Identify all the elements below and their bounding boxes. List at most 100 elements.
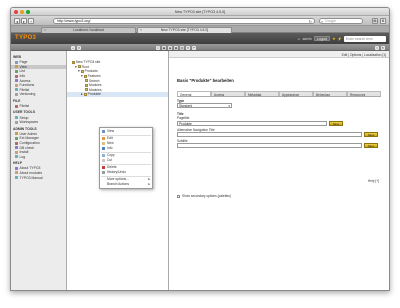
reload-icon[interactable]: ↻ <box>309 19 312 24</box>
subtitle-input[interactable] <box>177 142 362 148</box>
add-bookmark-icon[interactable]: + <box>28 18 34 24</box>
module-item[interactable]: Filelist <box>11 104 66 109</box>
tab-resources[interactable]: Resources <box>347 91 381 97</box>
module-icon <box>15 92 18 96</box>
module-label: Setup <box>19 115 29 120</box>
tab-general[interactable]: General <box>177 91 211 97</box>
module-label: User Admin <box>19 131 38 136</box>
module-icon <box>15 166 18 170</box>
page-form: Type Standard ▾ Title Pagetitle Produkte … <box>177 99 381 148</box>
expand-icon[interactable]: ▸ <box>81 92 83 96</box>
tab-label: New TYPO3 site [TYPO3 4.5.0] <box>160 28 209 32</box>
new-page-icon[interactable]: + <box>71 45 75 50</box>
ctx-history[interactable]: History/Undo <box>100 170 152 175</box>
save-icon[interactable]: ▣ <box>162 45 166 50</box>
module-item[interactable]: Workspaces <box>11 120 66 125</box>
collapse-icon[interactable]: ▾ <box>78 69 80 73</box>
undo-icon[interactable]: ↶ <box>192 45 196 50</box>
nav-title-input[interactable] <box>177 131 362 137</box>
form-tabs: General Access Metadata Appearance Behav… <box>177 91 381 97</box>
refresh-icon[interactable]: ↻ <box>381 45 385 50</box>
module-label: Configuration <box>19 141 40 146</box>
url-text: http://www.typo3.org/ <box>57 19 91 23</box>
user-label[interactable]: admin <box>303 37 312 41</box>
tab-appearance[interactable]: Appearance <box>279 91 313 97</box>
module-item[interactable]: Versioning <box>11 92 66 97</box>
page-icon <box>83 74 87 78</box>
toolbar-icons: ▤ ⚙ <box>372 18 386 24</box>
header-search-input[interactable]: Enter search term <box>344 35 386 42</box>
copy-icon <box>102 154 105 157</box>
browser-search-field[interactable]: ⌕ Google <box>319 18 363 24</box>
save-view-icon[interactable]: ◉ <box>168 45 172 50</box>
browser-window: New TYPO3 site [TYPO3 4.5.0] ◂ ▸ + http:… <box>10 7 390 291</box>
view-icon <box>102 130 105 133</box>
module-icon <box>15 65 18 69</box>
page-icon <box>85 88 88 92</box>
chevron-down-icon: ▾ <box>228 104 230 109</box>
module-label: About TYPO3 <box>19 166 41 171</box>
save-button[interactable]: Save <box>364 131 378 137</box>
delete-icon <box>102 166 105 169</box>
page-menu-icon[interactable]: ▤ <box>372 18 378 24</box>
type-select[interactable]: Standard ▾ <box>177 103 232 109</box>
forward-icon[interactable]: ▸ <box>21 18 27 24</box>
tab-metadata[interactable]: Metadata <box>245 91 279 97</box>
save-button[interactable]: Save <box>329 120 343 126</box>
title-bar: New TYPO3 site [TYPO3 4.5.0] <box>11 8 389 16</box>
user-icon: ☺ <box>297 36 301 41</box>
module-item[interactable]: Log <box>11 155 66 160</box>
tab-behaviour[interactable]: Behaviour <box>313 91 347 97</box>
show-palettes-checkbox-row[interactable]: Show secondary options (palettes) <box>177 194 231 198</box>
save-close-icon[interactable]: ▦ <box>174 45 178 50</box>
context-menu: View Edit New Info Copy Cut Delete Histo… <box>99 127 153 189</box>
close-doc-icon[interactable]: × <box>156 45 160 50</box>
content-area: Edit | Options | Localization [1] Basis … <box>169 51 389 290</box>
palettes-checkbox[interactable] <box>177 194 180 198</box>
url-bar[interactable]: http://www.typo3.org/ ↻ <box>53 18 315 24</box>
module-icon <box>15 83 18 87</box>
tree-row-selected[interactable]: ▸ Produkte <box>67 92 168 97</box>
collapse-icon[interactable]: ▾ <box>75 65 77 69</box>
clear-cache-icon[interactable]: ⚡ <box>338 37 342 41</box>
settings-icon[interactable]: ⚙ <box>380 18 386 24</box>
nav-buttons: ◂ ▸ + <box>14 18 34 24</box>
back-icon[interactable]: ◂ <box>14 18 20 24</box>
ctx-view[interactable]: View <box>100 129 152 134</box>
help-link[interactable]: Help [+] <box>368 179 379 183</box>
ctx-info[interactable]: Info <box>100 146 152 151</box>
module-icon <box>15 171 18 175</box>
module-icon <box>15 120 18 124</box>
palettes-label: Show secondary options (palettes) <box>182 194 231 198</box>
tab-access[interactable]: Access <box>211 91 245 97</box>
collapse-icon[interactable]: ▾ <box>81 74 83 78</box>
docheader: + ▾ × ▣ ◉ ▦ ▧ ✕ ↶ ☆ ↻ <box>11 44 389 51</box>
save-new-icon[interactable]: ▧ <box>180 45 184 50</box>
shortcut-icon[interactable]: ☆ <box>375 45 379 50</box>
save-button[interactable]: Save <box>364 142 378 148</box>
module-label: Filelist <box>19 87 30 92</box>
module-icon <box>15 132 18 136</box>
page-title-input[interactable]: Produkte <box>177 120 327 126</box>
module-icon <box>15 116 18 120</box>
browser-toolbar: ◂ ▸ + http://www.typo3.org/ ↻ ⌕ Google ▤… <box>11 16 389 26</box>
module-label: Ext Manager <box>19 136 39 141</box>
filter-icon[interactable]: ▾ <box>77 45 81 50</box>
window-title: New TYPO3 site [TYPO3 4.5.0] <box>174 9 226 14</box>
module-label: Filelist <box>19 104 30 109</box>
logout-button[interactable]: Logout <box>313 36 331 41</box>
delete-icon[interactable]: ✕ <box>186 45 190 50</box>
module-icon <box>15 79 18 83</box>
search-icon: ⌕ <box>321 19 324 24</box>
ctx-cut[interactable]: Cut <box>100 158 152 163</box>
content-topbar-links[interactable]: Edit | Options | Localization [1] <box>342 53 386 57</box>
tab-bar: × Localhost / localhost × New TYPO3 site… <box>11 26 389 33</box>
module-label: Access <box>19 78 31 83</box>
ctx-branch-actions[interactable]: Branch Actions ▸ <box>100 182 152 187</box>
edit-icon <box>102 137 105 140</box>
module-item[interactable]: TYPO3 Manual <box>11 175 66 180</box>
submenu-arrow-icon: ▸ <box>148 182 150 186</box>
module-icon <box>15 88 18 92</box>
module-label: Functions <box>19 83 35 88</box>
bookmark-star-icon[interactable]: ★ <box>332 36 336 41</box>
